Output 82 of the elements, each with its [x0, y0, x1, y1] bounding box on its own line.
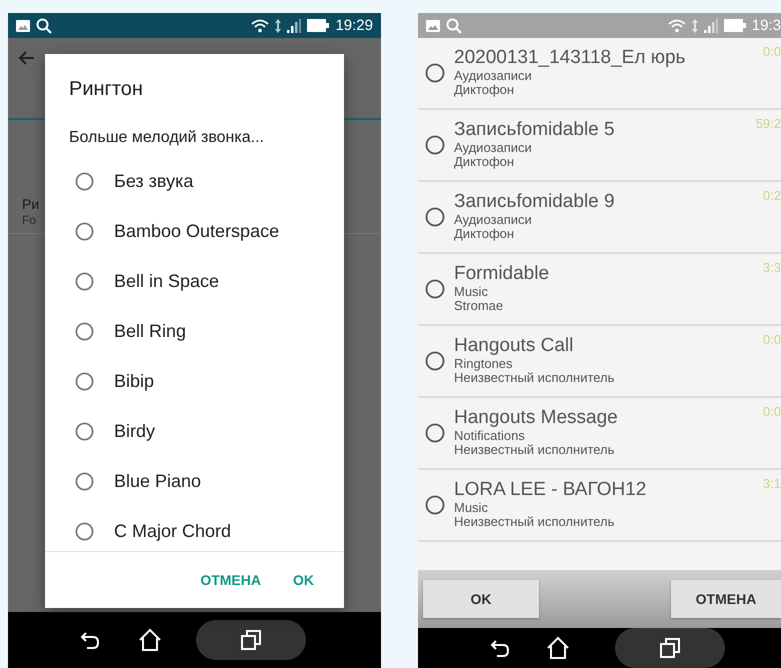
track-artist: Stromae [454, 299, 504, 314]
dialog-button[interactable]: ОТМЕНА [671, 580, 781, 618]
radio-button[interactable] [425, 279, 445, 299]
back-arrow-icon[interactable] [18, 50, 34, 66]
track-artist: Диктофон [454, 227, 514, 242]
more-ringtones-link[interactable]: Больше мелодий звонка... [45, 106, 344, 156]
wifi-icon [251, 18, 270, 32]
radio-button[interactable] [425, 495, 445, 515]
track-duration: 3:3 [762, 260, 781, 275]
track-title: 20200131_143118_Ел юрь [454, 48, 686, 70]
track-duration: 0:0 [762, 44, 781, 59]
image-icon [16, 20, 30, 32]
track-artist: Неизвестный исполнитель [454, 443, 616, 458]
ringtone-option[interactable]: Без звука [114, 170, 194, 192]
track-duration: 3:1 [762, 476, 781, 491]
track-duration: 0:0 [762, 332, 781, 347]
wifi-icon [668, 18, 686, 32]
radio-button[interactable] [75, 372, 94, 390]
radio-button[interactable] [75, 272, 94, 290]
track-duration: 0:0 [762, 404, 781, 419]
data-arrows-icon [692, 18, 698, 32]
ringtone-option[interactable]: C Major Chord [114, 520, 232, 542]
status-time: 19:29 [335, 17, 373, 34]
track-title: Hangouts Message [454, 408, 618, 430]
track-album: Ringtones [454, 357, 514, 372]
dialog-title: Рингтон [68, 77, 144, 102]
radio-button[interactable] [75, 322, 94, 340]
ringtone-option[interactable]: Bibip [114, 370, 154, 392]
back-icon [489, 638, 511, 658]
recent-apps-icon [240, 629, 262, 651]
track-artist: Диктофон [454, 155, 514, 170]
radio-button[interactable] [75, 222, 94, 240]
radio-button[interactable] [75, 422, 94, 440]
track-title: LORA LEE - ВАГОН12 [454, 480, 646, 502]
radio-button[interactable] [75, 522, 94, 540]
track-title: Записьfomidable 9 [454, 192, 615, 214]
radio-button[interactable] [75, 172, 94, 190]
radio-button[interactable] [425, 423, 445, 443]
dialog-button[interactable]: ОТМЕНА [192, 566, 269, 594]
ringtone-option[interactable]: Birdy [114, 420, 156, 442]
ringtone-option[interactable]: Blue Piano [114, 470, 202, 492]
setting-value: Fo [22, 213, 36, 227]
radio-button[interactable] [425, 135, 445, 155]
track-album: Notifications [454, 429, 526, 444]
track-duration: 0:2 [762, 188, 781, 203]
radio-button[interactable] [425, 351, 445, 371]
track-album: Аудиозаписи [454, 213, 533, 228]
track-artist: Неизвестный исполнитель [454, 515, 616, 530]
home-icon [546, 636, 570, 660]
track-album: Аудиозаписи [454, 141, 533, 156]
setting-title: Ри [22, 196, 40, 212]
signal-icon [287, 18, 302, 32]
track-album: Аудиозаписи [454, 69, 533, 84]
track-album: Music [454, 501, 489, 516]
search-icon [446, 18, 462, 34]
search-icon [36, 18, 52, 34]
ringtone-option[interactable]: Bell Ring [114, 320, 186, 342]
image-icon [426, 20, 440, 32]
recent-apps-icon [659, 637, 681, 659]
radio-button[interactable] [425, 207, 445, 227]
back-icon [79, 630, 101, 650]
battery-icon [307, 19, 330, 32]
dialog-button[interactable]: OK [423, 580, 539, 618]
radio-button[interactable] [425, 63, 445, 83]
recent-apps-button[interactable] [615, 628, 725, 668]
dialog-button[interactable]: OK [285, 566, 322, 594]
data-arrows-icon [275, 18, 282, 32]
radio-button[interactable] [75, 472, 94, 490]
track-title: Записьfomidable 5 [454, 120, 615, 142]
track-album: Music [454, 285, 489, 300]
home-icon [138, 628, 162, 652]
track-title: Hangouts Call [454, 336, 574, 358]
ringtone-option[interactable]: Bamboo Outerspace [114, 220, 280, 242]
signal-icon [704, 18, 718, 32]
track-artist: Неизвестный исполнитель [454, 371, 614, 386]
status-time: 19:3 [752, 17, 781, 34]
track-title: Formidable [454, 264, 550, 286]
track-duration: 59:2 [756, 116, 781, 131]
ringtone-option[interactable]: Bell in Space [114, 270, 220, 292]
battery-icon [724, 19, 746, 32]
recent-apps-button[interactable] [196, 620, 306, 660]
track-artist: Диктофон [454, 83, 514, 98]
